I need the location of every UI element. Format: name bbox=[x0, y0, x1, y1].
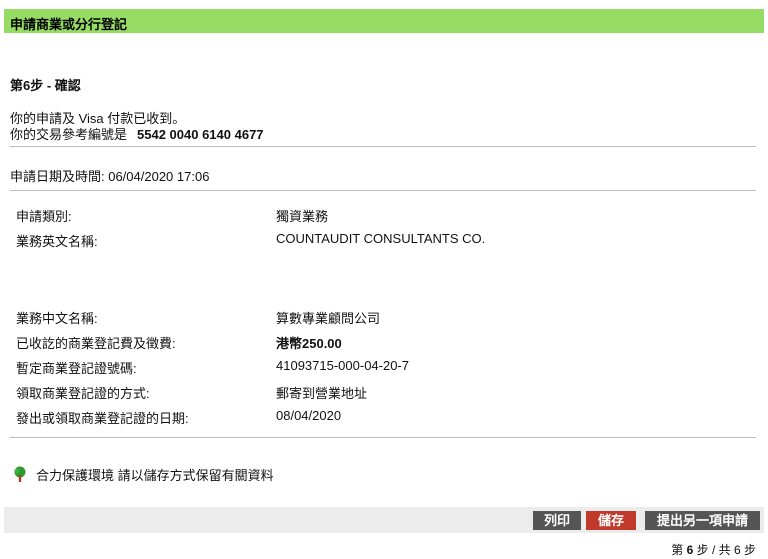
transaction-reference: 你的交易參考編號是 5542 0040 6140 4677 bbox=[10, 124, 264, 143]
application-datetime: 申請日期及時間: 06/04/2020 17:06 bbox=[10, 169, 210, 184]
detail-label: 領取商業登記證的方式: bbox=[16, 386, 150, 401]
reference-number: 5542 0040 6140 4677 bbox=[137, 127, 264, 142]
page-title: 申請商業或分行登記 bbox=[10, 17, 128, 32]
detail-value: 港幣250.00 bbox=[276, 336, 342, 351]
detail-value: 獨資業務 bbox=[276, 209, 329, 224]
detail-label: 業務英文名稱: bbox=[16, 234, 98, 249]
step-counter-total: 步 / 共 6 步 bbox=[696, 543, 756, 557]
detail-value: 郵寄到營業地址 bbox=[276, 386, 368, 401]
step-counter: 第 6 步 / 共 6 步 bbox=[671, 541, 756, 558]
divider bbox=[10, 190, 756, 191]
step-counter-current: 6 bbox=[686, 543, 694, 557]
detail-label: 申請類別: bbox=[16, 209, 72, 224]
tree-icon bbox=[14, 466, 26, 482]
step-counter-prefix: 第 bbox=[671, 543, 684, 557]
divider bbox=[10, 437, 756, 438]
divider bbox=[10, 146, 756, 147]
environment-note-text: 合力保護環境 請以儲存方式保留有關資料 bbox=[36, 467, 274, 483]
save-button[interactable]: 儲存 bbox=[586, 511, 636, 530]
detail-label: 已收訖的商業登記費及徵費: bbox=[16, 336, 176, 351]
detail-value: COUNTAUDIT CONSULTANTS CO. bbox=[276, 231, 486, 246]
detail-value: 41093715-000-04-20-7 bbox=[276, 358, 409, 373]
detail-label: 業務中文名稱: bbox=[16, 311, 98, 326]
step-title: 第6步 - 確認 bbox=[10, 78, 81, 93]
print-button[interactable]: 列印 bbox=[533, 511, 581, 530]
submit-another-application-button[interactable]: 提出另一項申請 bbox=[645, 511, 760, 530]
detail-label: 暫定商業登記證號碼: bbox=[16, 361, 137, 376]
reference-label: 你的交易參考編號是 bbox=[10, 127, 128, 142]
detail-label: 發出或領取商業登記證的日期: bbox=[16, 411, 189, 426]
environment-note: 合力保護環境 請以儲存方式保留有關資料 bbox=[12, 464, 274, 484]
detail-value: 08/04/2020 bbox=[276, 408, 342, 423]
detail-value: 算數專業顧問公司 bbox=[276, 311, 381, 326]
